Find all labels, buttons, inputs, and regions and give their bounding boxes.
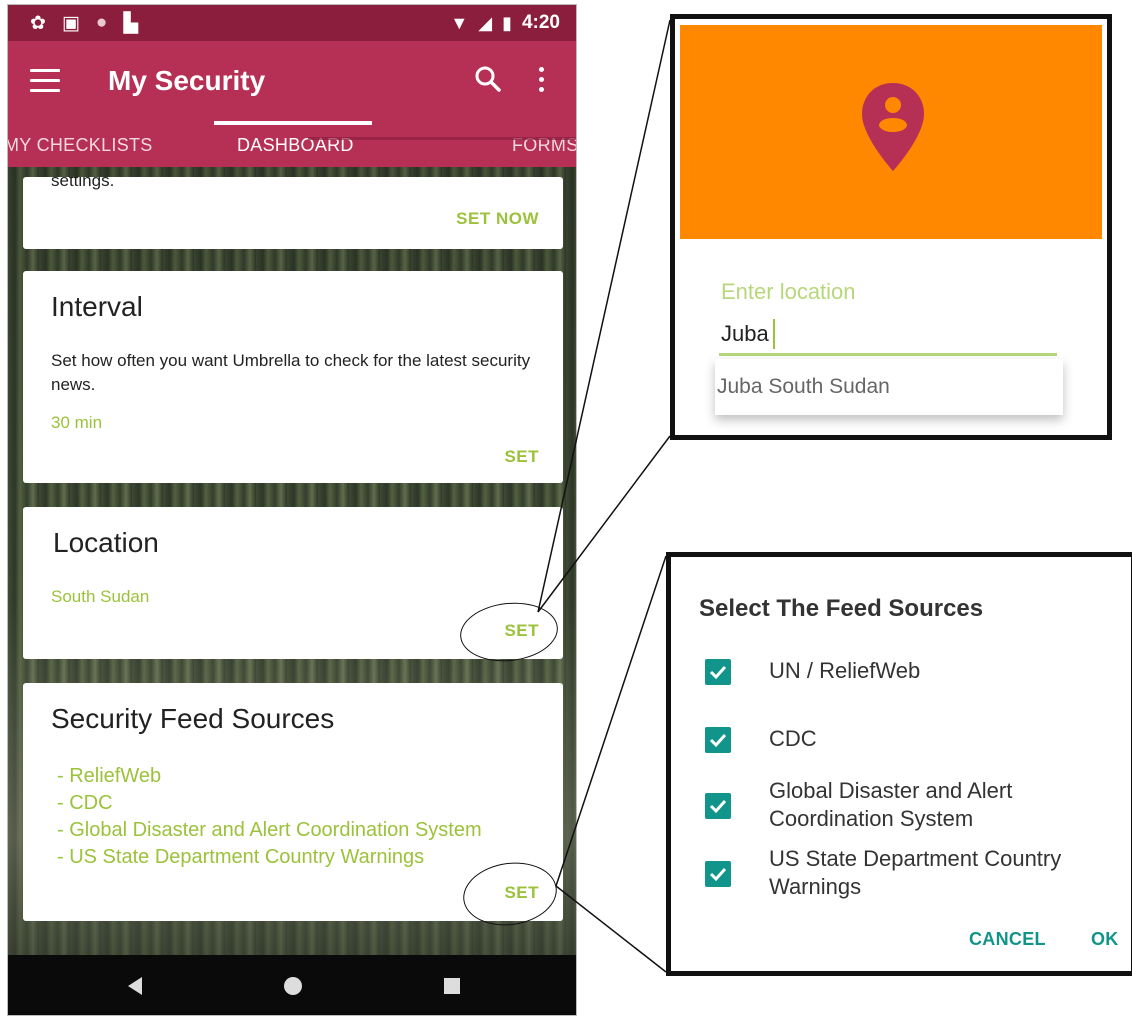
checkbox-checked-icon[interactable] — [705, 659, 731, 685]
location-suggestion[interactable]: Juba South Sudan — [715, 359, 1063, 415]
feed-sources-title: Security Feed Sources — [51, 703, 335, 734]
more-options-icon[interactable] — [538, 67, 546, 95]
feed-dialog-zoom: Select The Feed Sources UN / ReliefWeb C… — [666, 552, 1132, 976]
set-now-button[interactable]: SET NOW — [456, 209, 539, 229]
battery-icon: ▮ — [502, 12, 512, 33]
back-icon[interactable] — [128, 977, 142, 995]
wifi-icon: ▼ — [450, 12, 469, 33]
phone-screen: ✿ ▣ ● ▙ ▼ ◢ ▮ 4:20 My Security MY CHECKL… — [7, 4, 577, 1016]
search-icon[interactable] — [474, 65, 502, 93]
feed-option-label: Global Disaster and Alert Coordination S… — [769, 778, 1013, 831]
location-input[interactable]: Juba — [721, 321, 769, 347]
status-bar: ✿ ▣ ● ▙ ▼ ◢ ▮ 4:20 — [8, 5, 576, 41]
input-underline — [719, 353, 1057, 356]
sd-card-icon: ▙ — [123, 13, 138, 34]
gear-icon: ✿ — [30, 13, 46, 34]
location-input-label: Enter location — [721, 279, 856, 304]
recent-apps-icon[interactable] — [444, 978, 460, 994]
suggestion-text: Juba South Sudan — [717, 375, 890, 398]
active-tab-indicator — [214, 121, 372, 125]
interval-description: Set how often you want Umbrella to check… — [51, 351, 531, 394]
list-item: - CDC — [57, 792, 113, 814]
hamburger-menu-icon[interactable] — [30, 69, 60, 93]
photo-icon: ▣ — [61, 13, 80, 34]
checkbox-checked-icon[interactable] — [705, 793, 731, 819]
feed-option-label: UN / ReliefWeb — [769, 658, 921, 683]
interval-set-button[interactable]: SET — [504, 447, 539, 467]
location-value: South Sudan — [51, 587, 150, 606]
location-title: Location — [53, 527, 159, 558]
ok-button[interactable]: OK — [1091, 929, 1119, 950]
checkbox-checked-icon[interactable] — [705, 727, 731, 753]
location-dialog-zoom: Enter location Juba Juba South Sudan — [670, 14, 1112, 440]
feed-option-label: US State Department Country Warnings — [769, 846, 1062, 899]
feed-sources-list: - ReliefWeb - CDC - Global Disaster and … — [57, 763, 482, 871]
feed-dialog-title: Select The Feed Sources — [699, 595, 984, 622]
circle-icon: ● — [95, 12, 108, 33]
interval-value: 30 min — [51, 413, 103, 432]
tab-my-checklists[interactable]: MY CHECKLISTS — [8, 135, 153, 156]
list-item: - ReliefWeb — [57, 765, 162, 787]
tab-bar: MY CHECKLISTS DASHBOARD FORMS — [8, 129, 576, 167]
interval-card: Interval Set how often you want Umbrella… — [23, 271, 563, 483]
home-icon[interactable] — [284, 977, 302, 995]
app-title: My Security — [108, 65, 266, 96]
status-time: 4:20 — [521, 12, 560, 33]
text-caret — [773, 319, 775, 349]
interval-title: Interval — [51, 291, 143, 322]
list-item: - US State Department Country Warnings — [57, 846, 425, 868]
cancel-button[interactable]: CANCEL — [969, 929, 1046, 950]
location-pin-icon — [862, 83, 924, 171]
list-item: - Global Disaster and Alert Coordination… — [57, 819, 482, 841]
checkbox-checked-icon[interactable] — [705, 861, 731, 887]
location-dialog-header — [680, 25, 1102, 239]
card-partial-text: settings. — [51, 177, 115, 190]
feed-option-label: CDC — [769, 726, 817, 751]
navigation-bar — [8, 955, 576, 1015]
notifications-card: settings. SET NOW — [23, 177, 563, 249]
app-bar: My Security MY CHECKLISTS DASHBOARD FORM… — [8, 41, 576, 167]
signal-icon: ◢ — [478, 12, 493, 33]
